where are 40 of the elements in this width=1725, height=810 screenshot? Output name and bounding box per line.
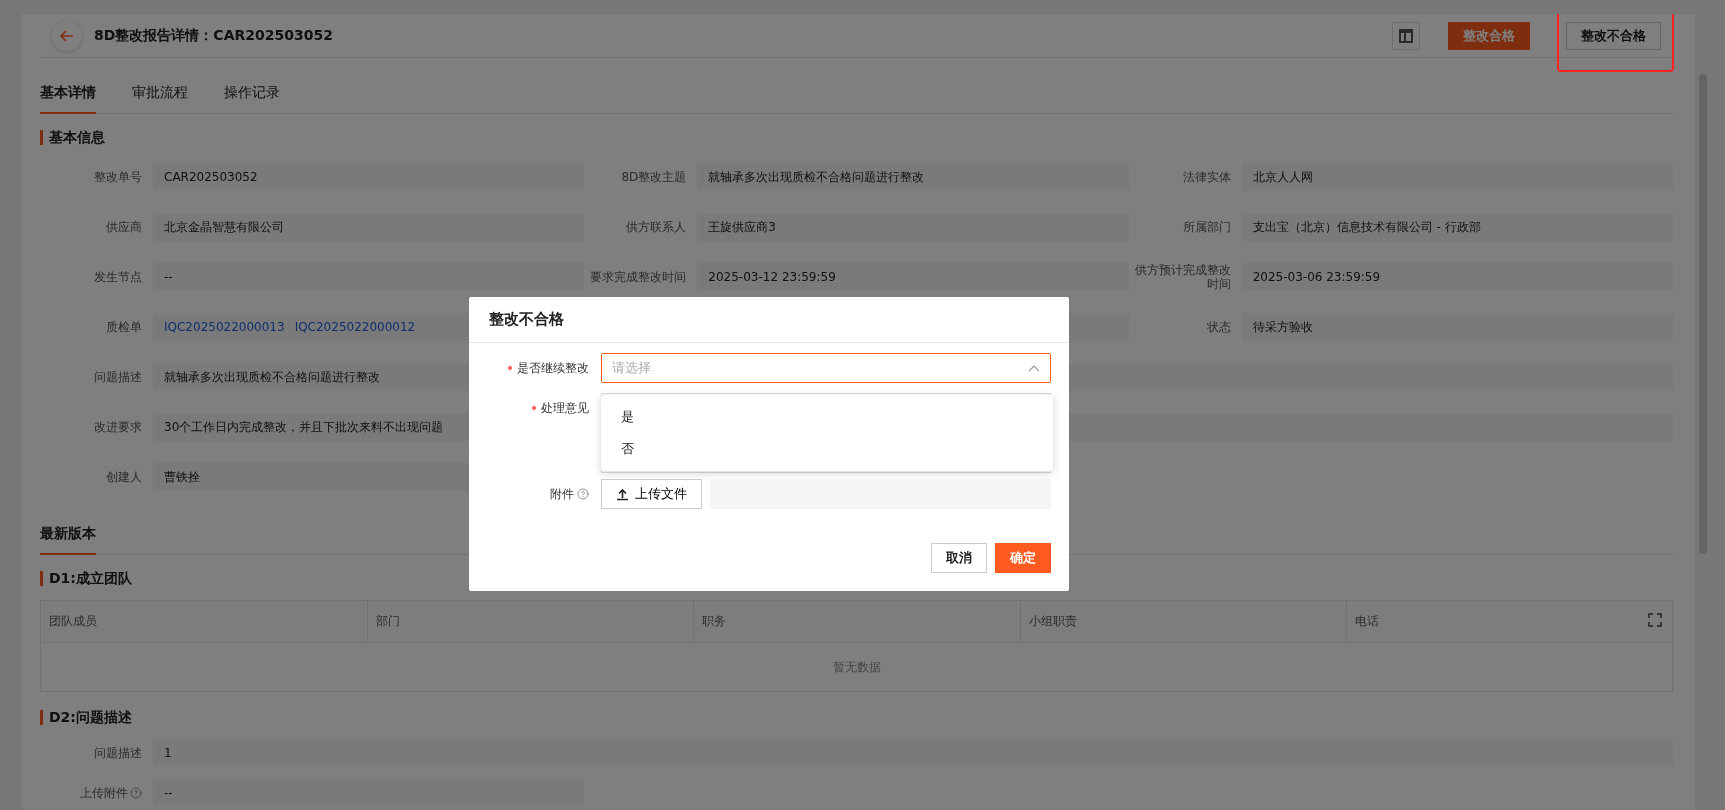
field-label: 供应商 (106, 220, 142, 234)
field-label: 状态 (1206, 320, 1231, 334)
value-field: 支出宝（北京）信息技术有限公司 - 行政部 (1241, 213, 1673, 241)
field-label: 问题描述 (94, 370, 142, 384)
section-title: D2:问题描述 (40, 710, 1673, 725)
column-header: 电话 (1345, 601, 1672, 642)
field-label: 法律实体 (1182, 170, 1231, 184)
field-label: 供方预计完成整改时间 (1133, 263, 1231, 291)
field-label: 要求完成整改时间 (590, 270, 687, 284)
field-label: 改进要求 (94, 420, 142, 434)
value-field: 2025-03-12 23:59:59 (697, 263, 1129, 291)
section-title: 基本信息 (40, 130, 1673, 145)
wide-value-field: 1 (153, 739, 1673, 767)
placeholder-text: 请选择 (612, 359, 652, 377)
value-field: -- (153, 779, 585, 807)
field-label: 整改单号 (94, 170, 142, 184)
value-field: 待采方验收 (1241, 313, 1673, 341)
field-label: 问题描述 (94, 746, 142, 760)
value-field: 就轴承多次出现质检不合格问题进行整改 (697, 163, 1129, 191)
field-label: 质检单 (106, 320, 142, 334)
column-header: 团队成员 (48, 613, 98, 630)
value-field: 王旋供应商3 (697, 213, 1129, 241)
field-label: 创建人 (106, 470, 142, 484)
field-label: 是否继续整改 (517, 359, 589, 377)
field-label: 8D整改主题 (621, 170, 687, 184)
column-header: 部门 (367, 601, 694, 642)
field-label: 供方联系人 (626, 220, 687, 234)
value-field: 2025-03-06 23:59:59 (1241, 263, 1673, 291)
column-header: 小组职责 (1019, 601, 1346, 642)
value-field: CAR202503052 (153, 163, 585, 191)
field-label: 处理意见 (541, 399, 589, 417)
value-field: 北京人人网 (1241, 163, 1673, 191)
value-field: -- (153, 263, 585, 291)
modal-title: 整改不合格 (469, 297, 1069, 343)
column-header: 职务 (693, 601, 1020, 642)
field-label: 发生节点 (94, 270, 142, 284)
value-field: 北京金晶智慧有限公司 (153, 213, 585, 241)
field-label: 上传附件 (80, 786, 128, 800)
field-label: 所属部门 (1182, 220, 1231, 234)
page-title: 8D整改报告详情：CAR202503052 (94, 26, 334, 45)
